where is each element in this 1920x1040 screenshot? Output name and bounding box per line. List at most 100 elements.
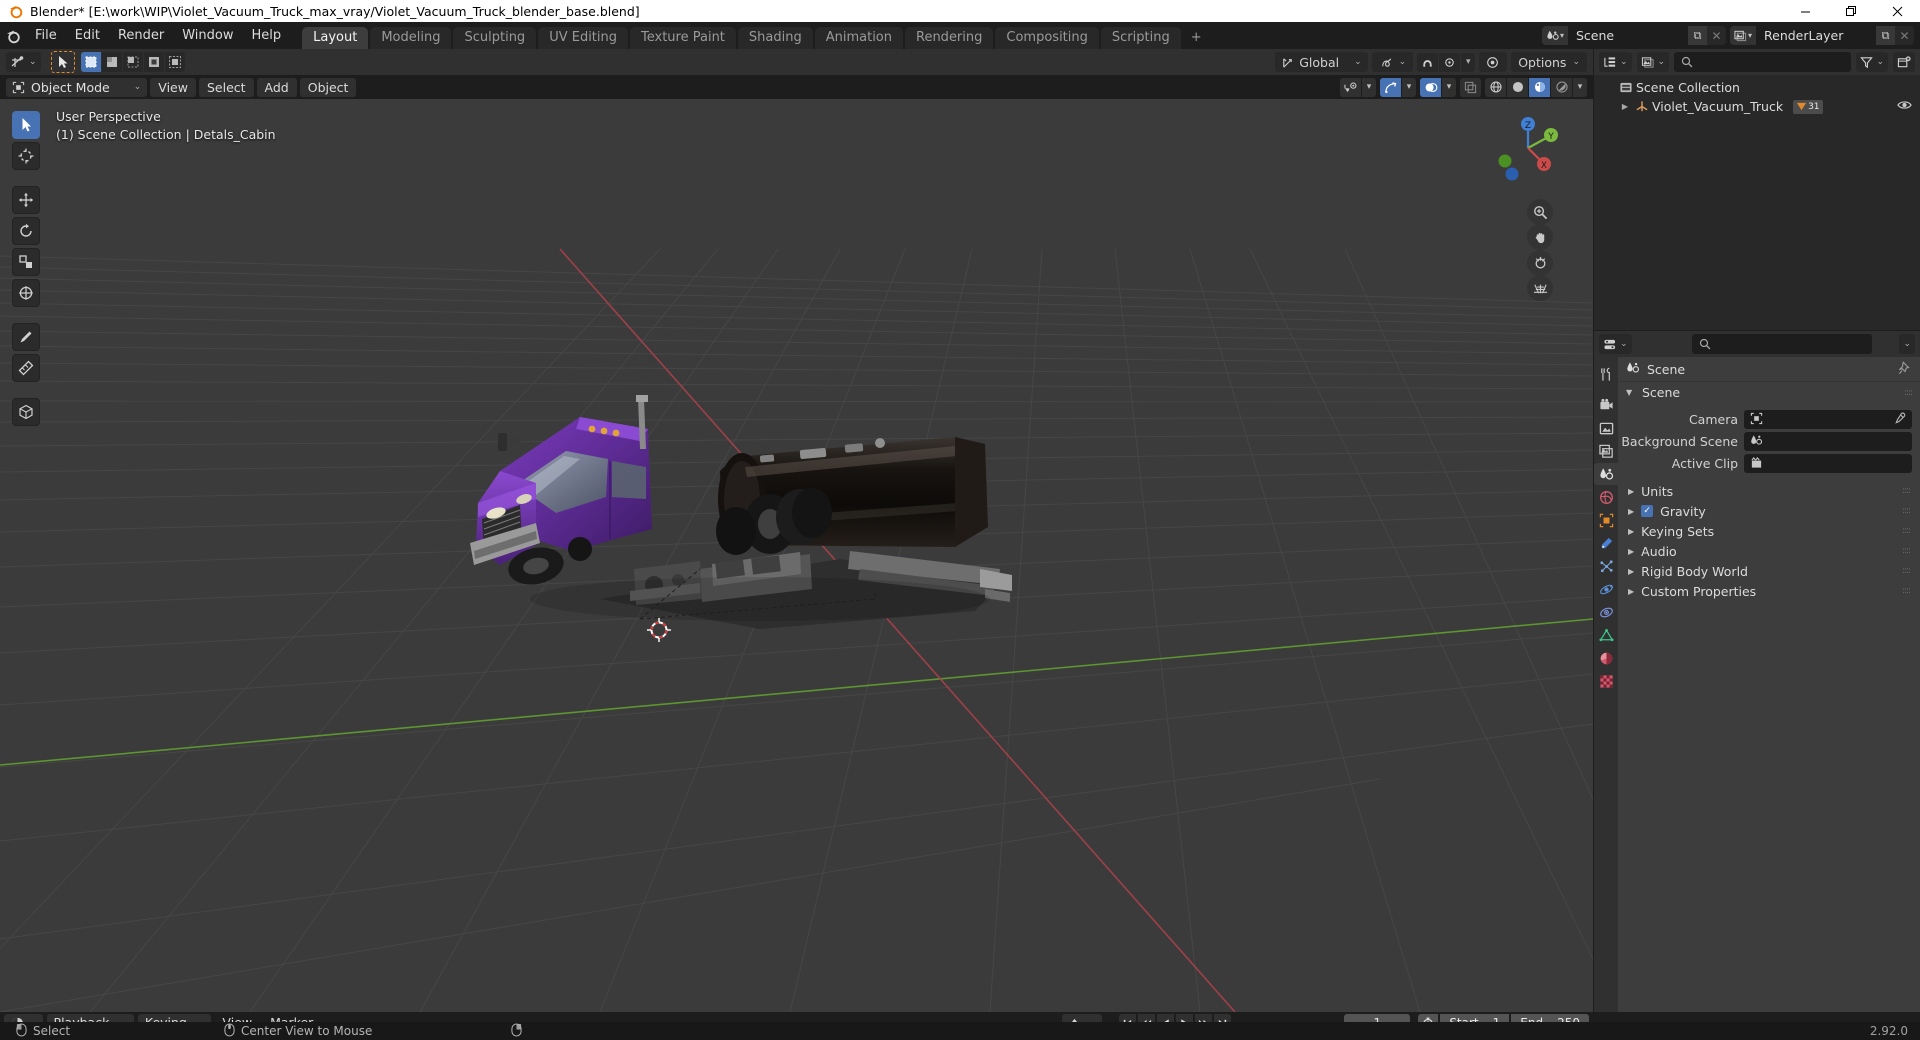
section-custom-properties[interactable]: ▶ Custom Properties :::: bbox=[1618, 581, 1920, 601]
outliner-row-scene-collection[interactable]: Scene Collection bbox=[1594, 78, 1920, 97]
viewport-menu-object[interactable]: Object bbox=[299, 77, 357, 97]
pin-icon[interactable] bbox=[1898, 360, 1912, 378]
tool-select-box[interactable] bbox=[12, 111, 40, 139]
outliner-editor-type-selector[interactable]: ⌄ bbox=[1599, 52, 1632, 72]
viewport-menu-view[interactable]: View bbox=[150, 77, 196, 97]
chevron-down-icon[interactable]: ▾ bbox=[1461, 52, 1476, 72]
tool-add-cube[interactable] bbox=[12, 398, 40, 426]
outliner-row-object[interactable]: ▶ Violet_Vacuum_Truck 31 bbox=[1594, 97, 1920, 116]
scene-selector[interactable]: ▾ Scene ⧉ ✕ bbox=[1542, 26, 1726, 45]
toggle-xray-icon[interactable] bbox=[1460, 77, 1481, 97]
remove-view-layer-button[interactable]: ✕ bbox=[1895, 26, 1914, 45]
tab-particles[interactable] bbox=[1594, 555, 1618, 577]
minimize-button[interactable] bbox=[1782, 0, 1828, 22]
proportional-editing-toggle[interactable] bbox=[1479, 52, 1508, 72]
section-gravity[interactable]: ▶ ✓ Gravity :::: bbox=[1618, 501, 1920, 521]
tab-texture-paint[interactable]: Texture Paint bbox=[630, 27, 736, 49]
new-collection-button[interactable] bbox=[1893, 52, 1915, 72]
eyedropper-icon[interactable] bbox=[1893, 412, 1906, 428]
properties-search-input[interactable] bbox=[1691, 334, 1872, 354]
interaction-mode-selector[interactable]: Object Mode ⌄ bbox=[6, 77, 148, 97]
tab-tool[interactable] bbox=[1594, 363, 1618, 385]
chevron-down-icon[interactable]: ▾ bbox=[1573, 77, 1587, 97]
active-clip-field[interactable] bbox=[1744, 454, 1912, 473]
tab-sculpting[interactable]: Sculpting bbox=[453, 27, 537, 49]
menu-help[interactable]: Help bbox=[243, 25, 291, 46]
eye-icon[interactable] bbox=[1897, 99, 1912, 114]
tab-shading[interactable]: Shading bbox=[737, 27, 813, 49]
snap-target-icon[interactable] bbox=[1439, 52, 1461, 72]
tab-object[interactable] bbox=[1594, 509, 1618, 531]
viewport-options-button[interactable]: Options ⌄ bbox=[1511, 52, 1587, 72]
tab-world[interactable] bbox=[1594, 486, 1618, 508]
select-subtract-button[interactable] bbox=[122, 52, 143, 72]
viewport-navigation-gizmo[interactable]: Z Y X bbox=[1491, 111, 1565, 185]
tab-layout[interactable]: Layout bbox=[302, 27, 369, 49]
object-types-visibility-icon[interactable] bbox=[1340, 77, 1361, 97]
show-overlays-icon[interactable] bbox=[1420, 77, 1441, 97]
tab-scripting[interactable]: Scripting bbox=[1100, 27, 1181, 49]
unlink-scene-button[interactable]: ✕ bbox=[1707, 26, 1726, 45]
tab-texture[interactable] bbox=[1594, 670, 1618, 692]
blender-logo-icon[interactable] bbox=[0, 22, 26, 49]
add-workspace-button[interactable]: + bbox=[1183, 26, 1210, 49]
tab-object-data[interactable] bbox=[1594, 624, 1618, 646]
tab-material[interactable] bbox=[1594, 647, 1618, 669]
snap-magnet-icon[interactable] bbox=[1417, 52, 1439, 72]
shading-solid-icon[interactable] bbox=[1507, 77, 1528, 97]
properties-options-button[interactable]: ⌄ bbox=[1899, 334, 1915, 354]
snapping-selector[interactable]: ⌄ bbox=[1371, 52, 1414, 72]
tab-animation[interactable]: Animation bbox=[814, 27, 903, 49]
tool-cursor[interactable] bbox=[12, 142, 40, 170]
chevron-down-icon[interactable]: ▾ bbox=[1442, 77, 1456, 97]
menu-render[interactable]: Render bbox=[109, 25, 173, 46]
mesh-data-badge[interactable]: 31 bbox=[1793, 99, 1823, 114]
new-view-layer-button[interactable]: ⧉ bbox=[1876, 26, 1895, 45]
select-intersect-button[interactable] bbox=[164, 52, 185, 72]
tab-rendering[interactable]: Rendering bbox=[905, 27, 994, 49]
tab-scene[interactable] bbox=[1594, 463, 1618, 485]
camera-icon[interactable] bbox=[1527, 250, 1553, 276]
select-invert-button[interactable] bbox=[143, 52, 164, 72]
section-audio[interactable]: ▶ Audio :::: bbox=[1618, 541, 1920, 561]
tab-physics[interactable] bbox=[1594, 578, 1618, 600]
outliner-search-input[interactable] bbox=[1674, 52, 1852, 72]
tab-modifiers[interactable] bbox=[1594, 532, 1618, 554]
tool-measure[interactable] bbox=[12, 354, 40, 382]
select-extend-button[interactable] bbox=[101, 52, 122, 72]
tab-constraints[interactable] bbox=[1594, 601, 1618, 623]
view-layer-selector[interactable]: ▾ RenderLayer ⧉ ✕ bbox=[1730, 26, 1914, 45]
tab-render[interactable] bbox=[1594, 394, 1618, 416]
tool-transform[interactable] bbox=[12, 279, 40, 307]
tab-output[interactable] bbox=[1594, 417, 1618, 439]
select-set-button[interactable] bbox=[80, 52, 101, 72]
shading-rendered-icon[interactable] bbox=[1551, 77, 1572, 97]
zoom-icon[interactable] bbox=[1527, 199, 1553, 225]
tab-compositing[interactable]: Compositing bbox=[995, 27, 1099, 49]
show-gizmo-icon[interactable] bbox=[1380, 77, 1401, 97]
viewport-menu-add[interactable]: Add bbox=[256, 77, 297, 97]
active-tool-cursor-selector[interactable]: ⌄ bbox=[6, 52, 41, 72]
outliner-display-mode[interactable]: ⌄ bbox=[1636, 52, 1670, 72]
scene-name[interactable]: Scene bbox=[1568, 26, 1688, 45]
transform-orientation-selector[interactable]: Global ⌄ bbox=[1275, 52, 1368, 72]
menu-window[interactable]: Window bbox=[173, 25, 242, 46]
grid-icon[interactable] bbox=[1527, 275, 1553, 301]
close-button[interactable] bbox=[1874, 0, 1920, 22]
chevron-down-icon[interactable]: ▾ bbox=[1362, 77, 1376, 97]
shading-material-icon[interactable] bbox=[1529, 77, 1550, 97]
menu-file[interactable]: File bbox=[26, 25, 66, 46]
menu-edit[interactable]: Edit bbox=[66, 25, 109, 46]
viewport-menu-select[interactable]: Select bbox=[198, 77, 254, 97]
tab-modeling[interactable]: Modeling bbox=[370, 27, 452, 49]
tool-annotate[interactable] bbox=[12, 323, 40, 351]
panel-header-scene[interactable]: ▼ Scene :::: bbox=[1618, 381, 1920, 403]
gravity-checkbox[interactable]: ✓ bbox=[1641, 505, 1654, 517]
section-rigid-body-world[interactable]: ▶ Rigid Body World :::: bbox=[1618, 561, 1920, 581]
active-tool-indicator[interactable] bbox=[50, 51, 75, 73]
shading-wireframe-icon[interactable] bbox=[1485, 77, 1506, 97]
tab-uv-editing[interactable]: UV Editing bbox=[538, 27, 629, 49]
outliner-filter-button[interactable]: ⌄ bbox=[1856, 52, 1888, 72]
chevron-down-icon[interactable]: ▾ bbox=[1402, 77, 1416, 97]
camera-field[interactable] bbox=[1744, 410, 1912, 429]
